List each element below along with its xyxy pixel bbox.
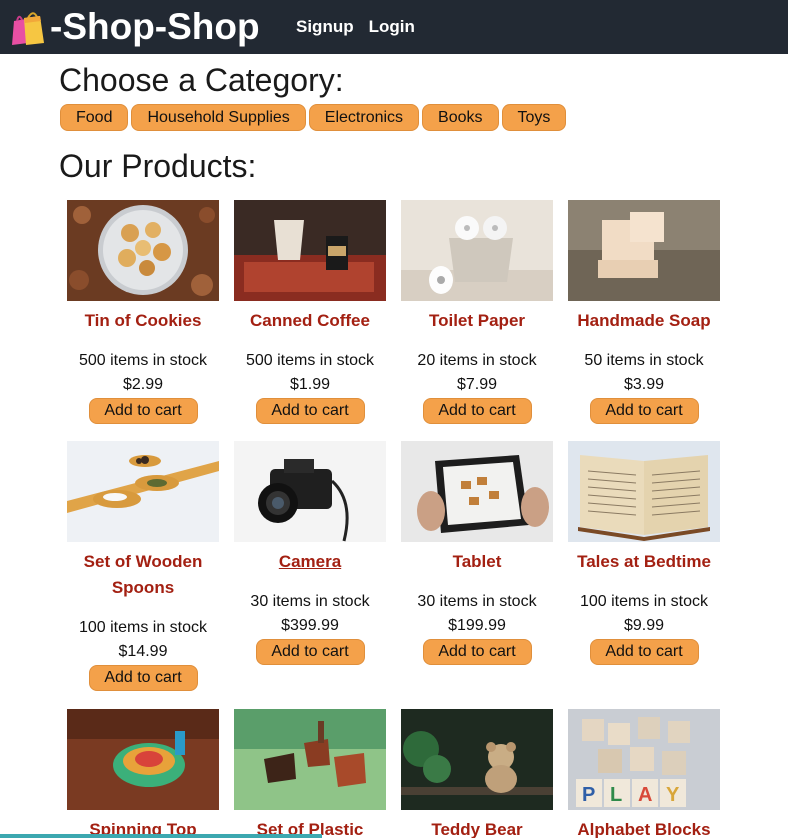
- product-image[interactable]: [401, 200, 553, 301]
- product-image[interactable]: [401, 441, 553, 542]
- product-image[interactable]: P L A Y: [568, 709, 720, 810]
- svg-text:Y: Y: [666, 784, 680, 806]
- product-stock: 100 items in stock: [78, 619, 208, 636]
- brand-name: -Shop-Shop: [50, 6, 260, 47]
- add-to-cart-button[interactable]: Add to cart: [255, 398, 365, 424]
- product-name[interactable]: Tin of Cookies: [59, 308, 227, 334]
- product-name[interactable]: Tablet: [393, 549, 561, 575]
- product-name[interactable]: Toilet Paper: [393, 308, 561, 334]
- category-button-food[interactable]: Food: [60, 104, 129, 131]
- product-stock: 500 items in stock: [245, 352, 375, 369]
- category-button-household-supplies[interactable]: Household Supplies: [131, 104, 306, 131]
- product-card: Toilet Paper 20 items in stock $7.99 Add…: [393, 200, 561, 424]
- svg-text:A: A: [638, 784, 652, 806]
- product-price: $9.99: [623, 617, 665, 634]
- add-to-cart-button[interactable]: Add to cart: [589, 398, 699, 424]
- products-heading: Our Products:: [59, 148, 257, 184]
- category-button-books[interactable]: Books: [422, 104, 499, 131]
- add-to-cart-button[interactable]: Add to cart: [255, 639, 365, 665]
- horizontal-scrollbar[interactable]: [0, 834, 322, 838]
- product-name[interactable]: Teddy Bear: [393, 817, 561, 838]
- product-card: Set of Wooden Spoons 100 items in stock …: [59, 441, 227, 691]
- product-card: Camera 30 items in stock $399.99 Add to …: [226, 441, 394, 665]
- product-card: Set of Plastic: [226, 709, 394, 838]
- brand-logo[interactable]: -Shop-Shop: [8, 4, 260, 50]
- product-image[interactable]: [67, 441, 219, 542]
- add-to-cart-button[interactable]: Add to cart: [589, 639, 699, 665]
- product-image[interactable]: [234, 709, 386, 810]
- product-stock: 30 items in stock: [250, 593, 370, 610]
- product-price: $399.99: [281, 617, 339, 634]
- category-button-toys[interactable]: Toys: [501, 104, 567, 131]
- product-name[interactable]: Tales at Bedtime: [560, 549, 728, 575]
- product-name[interactable]: Camera: [226, 549, 394, 575]
- product-name[interactable]: Alphabet Blocks: [560, 817, 728, 838]
- product-card: Spinning Top: [59, 709, 227, 838]
- product-card: Canned Coffee 500 items in stock $1.99 A…: [226, 200, 394, 424]
- product-image[interactable]: [401, 709, 553, 810]
- product-stock: 50 items in stock: [584, 352, 704, 369]
- product-name[interactable]: Set of Wooden Spoons: [59, 549, 227, 601]
- add-to-cart-button[interactable]: Add to cart: [88, 398, 198, 424]
- product-image[interactable]: [234, 441, 386, 542]
- product-name[interactable]: Canned Coffee: [226, 308, 394, 334]
- product-price: $14.99: [118, 643, 168, 660]
- product-price: $3.99: [623, 376, 665, 393]
- product-card: Teddy Bear: [393, 709, 561, 838]
- product-image[interactable]: [568, 441, 720, 542]
- category-button-electronics[interactable]: Electronics: [308, 104, 420, 131]
- top-nav-bar: -Shop-Shop Signup Login: [0, 0, 788, 54]
- login-link[interactable]: Login: [369, 17, 415, 37]
- product-card: Tin of Cookies 500 items in stock $2.99 …: [59, 200, 227, 424]
- product-price: $2.99: [122, 376, 164, 393]
- product-stock: 500 items in stock: [78, 352, 208, 369]
- product-card: Tablet 30 items in stock $199.99 Add to …: [393, 441, 561, 665]
- product-price: $7.99: [456, 376, 498, 393]
- svg-text:L: L: [610, 784, 622, 806]
- category-list: Food Household Supplies Electronics Book…: [60, 104, 567, 131]
- product-price: $199.99: [448, 617, 506, 634]
- product-card: Handmade Soap 50 items in stock $3.99 Ad…: [560, 200, 728, 424]
- shopping-bags-icon: [12, 12, 44, 45]
- signup-link[interactable]: Signup: [296, 17, 354, 37]
- add-to-cart-button[interactable]: Add to cart: [88, 665, 198, 691]
- product-card: Tales at Bedtime 100 items in stock $9.9…: [560, 441, 728, 665]
- product-image[interactable]: [568, 200, 720, 301]
- svg-text:P: P: [582, 784, 595, 806]
- product-image[interactable]: [67, 200, 219, 301]
- product-stock: 20 items in stock: [417, 352, 537, 369]
- nav-links: Signup Login: [296, 17, 415, 37]
- product-name[interactable]: Handmade Soap: [560, 308, 728, 334]
- add-to-cart-button[interactable]: Add to cart: [422, 639, 532, 665]
- category-heading: Choose a Category:: [59, 62, 344, 98]
- product-card: P L A Y Alphabet Blocks: [560, 709, 728, 838]
- add-to-cart-button[interactable]: Add to cart: [422, 398, 532, 424]
- product-image[interactable]: [67, 709, 219, 810]
- product-image[interactable]: [234, 200, 386, 301]
- product-price: $1.99: [289, 376, 331, 393]
- product-stock: 100 items in stock: [579, 593, 709, 610]
- product-stock: 30 items in stock: [417, 593, 537, 610]
